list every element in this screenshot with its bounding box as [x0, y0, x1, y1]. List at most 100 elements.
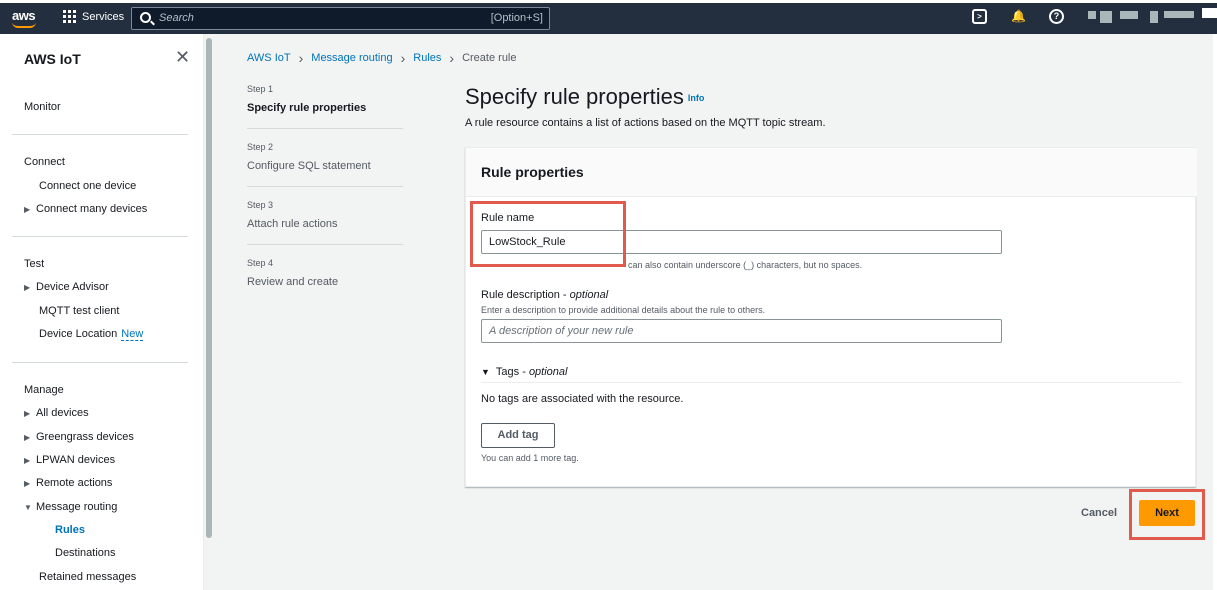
step-number: Step 4: [247, 258, 274, 268]
sidebar-item-label: LPWAN devices: [36, 454, 116, 466]
tags-expander[interactable]: ▼ Tags - optional: [481, 366, 567, 378]
next-button[interactable]: Next: [1139, 500, 1195, 526]
breadcrumb-aws-iot[interactable]: AWS IoT: [247, 52, 291, 64]
new-badge: New: [121, 328, 144, 341]
sidebar-item-lpwan-devices[interactable]: ▶ LPWAN devices: [24, 454, 115, 466]
caret-right-icon: ▶: [24, 205, 31, 214]
close-icon[interactable]: ✕: [175, 47, 190, 67]
side-navigation: AWS IoT ✕ Monitor Connect Connect one de…: [0, 34, 204, 590]
account-menu-redacted: [1100, 11, 1112, 23]
sidebar-item-destinations[interactable]: Destinations: [55, 547, 116, 559]
chevron-right-icon: ›: [400, 49, 406, 66]
page-title-text: Specify rule properties: [465, 84, 684, 109]
page-title: Specify rule properties Info: [465, 84, 704, 110]
sidebar-scrollbar[interactable]: [206, 38, 212, 538]
sidebar-item-rules[interactable]: Rules: [55, 524, 85, 536]
rule-description-hint: Enter a description to provide additiona…: [481, 305, 766, 315]
no-tags-message: No tags are associated with the resource…: [481, 393, 684, 405]
divider: [12, 134, 188, 135]
caret-right-icon: ▶: [24, 479, 31, 488]
sidebar-item-mqtt-test-client[interactable]: MQTT test client: [39, 305, 119, 317]
optional-tag: optional: [528, 366, 568, 378]
divider: [247, 186, 403, 187]
sidebar-item-monitor[interactable]: Monitor: [24, 101, 61, 113]
rule-description-label-text: Rule description -: [481, 289, 570, 301]
sidebar-item-remote-actions[interactable]: ▶ Remote actions: [24, 477, 112, 489]
sidebar-item-label: Connect many devices: [36, 203, 148, 215]
caret-right-icon: ▶: [24, 283, 31, 292]
add-tag-button[interactable]: Add tag: [481, 423, 555, 448]
chevron-right-icon: ›: [298, 49, 304, 66]
wizard-step-4: Step 4 Review and create: [247, 258, 338, 288]
sidebar-item-all-devices[interactable]: ▶ All devices: [24, 407, 89, 419]
wizard-step-1: Step 1 Specify rule properties: [247, 84, 366, 114]
sidebar-item-label: Device Advisor: [36, 281, 109, 293]
sidebar-title[interactable]: AWS IoT: [24, 51, 81, 67]
services-label: Services: [82, 10, 125, 23]
breadcrumb-message-routing[interactable]: Message routing: [311, 52, 392, 64]
breadcrumb-create-rule: Create rule: [462, 52, 517, 64]
account-menu-redacted: [1164, 11, 1194, 18]
info-link[interactable]: Info: [688, 93, 705, 103]
divider: [247, 244, 403, 245]
divider: [481, 382, 1181, 383]
wizard-step-3: Step 3 Attach rule actions: [247, 200, 338, 230]
caret-down-icon: ▼: [481, 367, 490, 377]
aws-logo-text: aws: [12, 8, 36, 23]
step-number: Step 3: [247, 200, 274, 210]
sidebar-item-label: Greengrass devices: [36, 431, 134, 443]
sidebar-section-test: Test: [24, 258, 45, 270]
step-number: Step 1: [247, 84, 274, 94]
rule-properties-panel: Rule properties Rule name LowStock_Rule …: [465, 147, 1197, 487]
sidebar-item-connect-one-device[interactable]: Connect one device: [39, 180, 136, 192]
sidebar-item-label: Device Location: [39, 328, 118, 340]
sidebar-item-label: Message routing: [36, 501, 118, 513]
sidebar-item-device-location[interactable]: Device Location New: [39, 328, 144, 341]
divider: [12, 236, 188, 237]
step-number: Step 2: [247, 142, 274, 152]
sidebar-item-device-advisor[interactable]: ▶ Device Advisor: [24, 281, 109, 293]
sidebar-item-label: All devices: [36, 407, 89, 419]
region-redacted: [1202, 8, 1217, 18]
sidebar-section-manage: Manage: [24, 384, 64, 396]
caret-right-icon: ▶: [24, 456, 31, 465]
account-menu-redacted: [1120, 11, 1138, 19]
cancel-button[interactable]: Cancel: [1081, 507, 1117, 519]
step-label: Review and create: [247, 276, 339, 288]
services-menu-button[interactable]: Services: [63, 10, 124, 23]
divider: [247, 128, 403, 129]
step-label: Configure SQL statement: [247, 160, 371, 172]
optional-tag: optional: [569, 289, 609, 301]
breadcrumb: AWS IoT › Message routing › Rules › Crea…: [247, 49, 517, 66]
notifications-icon[interactable]: 🔔: [1011, 9, 1026, 24]
page-description: A rule resource contains a list of actio…: [465, 117, 826, 129]
sidebar-section-connect: Connect: [24, 156, 65, 168]
aws-smile-icon: [12, 22, 36, 28]
search-placeholder: Search: [159, 12, 194, 24]
grid-icon: [63, 10, 76, 23]
breadcrumb-rules[interactable]: Rules: [413, 52, 441, 64]
help-icon[interactable]: ?: [1049, 9, 1064, 24]
sidebar-item-message-routing[interactable]: ▼ Message routing: [24, 501, 117, 513]
account-menu[interactable]: [1088, 11, 1096, 19]
caret-right-icon: ▶: [24, 409, 31, 418]
rule-name-hint: can also contain underscore (_) characte…: [628, 260, 863, 270]
sidebar-item-label: Remote actions: [36, 477, 113, 489]
rule-description-input[interactable]: A description of your new rule: [481, 319, 1002, 343]
tags-label: Tags -: [495, 366, 529, 378]
highlight-rule-name: [470, 201, 626, 267]
sidebar-item-retained-messages[interactable]: Retained messages: [39, 571, 136, 583]
caret-down-icon: ▼: [24, 503, 32, 512]
panel-header: Rule properties: [466, 148, 1197, 197]
aws-logo[interactable]: aws: [12, 8, 36, 28]
caret-right-icon: ▶: [24, 433, 31, 442]
step-label: Attach rule actions: [247, 218, 338, 230]
search-icon: [140, 12, 151, 23]
top-strip: [0, 0, 1217, 3]
sidebar-item-greengrass-devices[interactable]: ▶ Greengrass devices: [24, 431, 134, 443]
cloudshell-icon[interactable]: >: [972, 9, 987, 24]
rule-description-label: Rule description - optional: [481, 289, 608, 301]
divider: [12, 362, 188, 363]
search-input[interactable]: Search [Option+S]: [131, 7, 550, 30]
sidebar-item-connect-many-devices[interactable]: ▶ Connect many devices: [24, 203, 147, 215]
